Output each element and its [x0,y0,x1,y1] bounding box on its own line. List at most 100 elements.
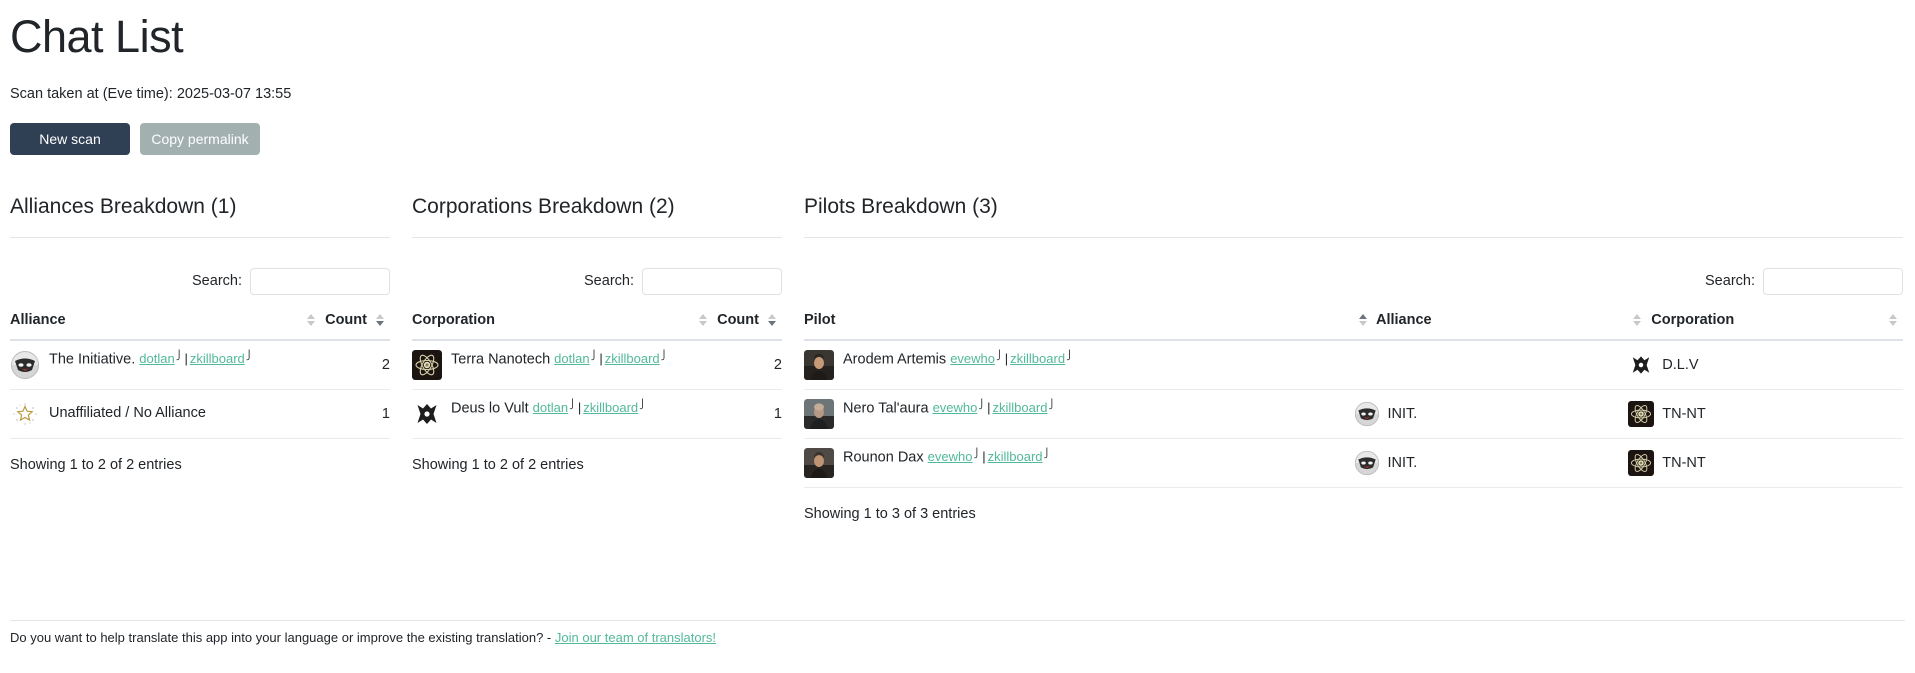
corporations-search-input[interactable] [642,267,782,295]
corporation-name: Terra Nanotech [451,350,551,367]
footer-translation-notice: Do you want to help translate this app i… [10,630,716,645]
dotlan-link[interactable]: dotlan [533,400,568,415]
pilot-links: evewho⎭ | zkillboard⎭ [927,447,1051,464]
alliances-col-alliance-label: Alliance [10,311,66,328]
pilots-search-label: Search: [1705,273,1755,289]
pilots-divider [804,236,1903,238]
sort-icon [1889,313,1898,326]
corporations-col-corporation-label: Corporation [412,311,495,328]
alliances-showing-entries: Showing 1 to 2 of 2 entries [10,456,182,473]
alliances-search-input[interactable] [250,267,390,295]
pilots-col-pilot[interactable]: Pilot [804,311,1354,341]
alliance-links: dotlan⎭ | zkillboard⎭ [139,349,253,366]
footer-divider [10,620,1905,621]
sort-icon [699,313,708,326]
pilots-table: Pilot Alliance Corporation Arodem Artemi… [804,311,1903,488]
chat-list-page: Chat List Scan taken at (Eve time): 2025… [0,12,1915,673]
alliances-table: Alliance Count The Initiative. dotlan⎭ |… [10,311,390,439]
dotlan-link[interactable]: dotlan [139,351,174,366]
pilots-col-alliance[interactable]: Alliance [1353,311,1629,341]
pilots-search-row: Search: [804,267,1903,295]
pilots-showing-entries: Showing 1 to 3 of 3 entries [804,505,976,522]
pilot-links: evewho⎭ | zkillboard⎭ [932,398,1056,415]
corporations-table: Corporation Count Terra Nanotech dotlan⎭… [412,311,782,439]
zkillboard-link[interactable]: zkillboard [605,351,660,366]
corp-logo-deus-lo-vult-icon [412,398,442,429]
pilot-portrait-rounon-dax-icon [804,447,834,478]
alliance-logo-initiative-icon [1354,450,1380,476]
pilot-corporation-ticker: TN-NT [1662,454,1706,471]
evewho-link[interactable]: evewho [933,400,978,415]
evewho-link[interactable]: evewho [928,449,973,464]
pilot-name: Arodem Artemis [843,350,947,367]
pilots-search-input[interactable] [1763,267,1903,295]
alliance-count: 2 [288,339,390,390]
alliances-search-row: Search: [10,267,390,295]
external-link-icon: ⎭ [660,349,668,360]
table-row: Terra Nanotech dotlan⎭ | zkillboard⎭ 2 [412,339,782,390]
alliances-col-alliance[interactable]: Alliance [10,311,289,341]
alliance-logo-initiative-icon [10,350,40,380]
pilots-col-pilot-label: Pilot [804,311,836,328]
corporations-search-row: Search: [412,267,782,295]
external-link-icon: ⎭ [569,398,576,409]
alliance-cell: Unaffiliated / No Alliance [10,389,289,439]
pilot-portrait-arodem-artemis-icon [804,349,834,380]
pilot-alliance-cell: INIT. [1353,389,1629,439]
corporation-cell: Terra Nanotech dotlan⎭ | zkillboard⎭ [412,339,688,390]
pilot-corporation-cell: D.L.V [1628,339,1903,390]
table-row: Deus lo Vult dotlan⎭ | zkillboard⎭ 1 [412,389,782,439]
pilot-corporation-ticker: D.L.V [1662,356,1699,373]
corp-logo-terra-nanotech-icon [1628,449,1655,476]
zkillboard-link[interactable]: zkillboard [190,351,245,366]
zkillboard-link[interactable]: zkillboard [1010,351,1065,366]
corporations-col-corporation[interactable]: Corporation [412,311,688,341]
table-row: Rounon Dax evewho⎭ | zkillboard⎭ INIT. T… [804,438,1903,488]
external-link-icon: ⎭ [245,349,253,360]
table-row: Nero Tal'aura evewho⎭ | zkillboard⎭ INIT… [804,389,1903,439]
pilot-alliance-cell: INIT. [1353,438,1629,488]
corp-logo-terra-nanotech-icon [412,349,442,380]
corporations-search-label: Search: [584,273,634,289]
pilots-table-header-row: Pilot Alliance Corporation [804,311,1903,341]
alliances-divider [10,236,390,238]
copy-permalink-button[interactable]: Copy permalink [140,122,260,155]
table-row: Unaffiliated / No Alliance 1 [10,389,390,439]
alliance-name: Unaffiliated / No Alliance [49,404,206,421]
zkillboard-link[interactable]: zkillboard [583,400,638,415]
corporations-col-count[interactable]: Count [687,311,782,341]
corporations-col-count-label: Count [717,311,759,328]
corporation-count: 2 [687,339,782,390]
pilot-cell: Nero Tal'aura evewho⎭ | zkillboard⎭ [804,389,1354,439]
breakdown-columns: Alliances Breakdown (1) Search: Alliance… [10,195,1905,522]
sort-icon [1633,313,1642,326]
pilot-portrait-nero-talaura-icon [804,398,834,429]
pilots-col-corporation[interactable]: Corporation [1628,311,1903,341]
corporations-showing-entries: Showing 1 to 2 of 2 entries [412,456,584,473]
pilot-corporation-cell: TN-NT [1628,438,1903,488]
external-link-icon: ⎭ [1048,398,1056,409]
alliances-col-count-label: Count [325,311,367,328]
new-scan-button[interactable]: New scan [10,122,130,155]
pilot-alliance-cell [1353,339,1629,390]
alliances-col-count[interactable]: Count [288,311,390,341]
zkillboard-link[interactable]: zkillboard [988,449,1043,464]
scan-timestamp: Scan taken at (Eve time): 2025-03-07 13:… [10,85,292,102]
pilot-cell: Rounon Dax evewho⎭ | zkillboard⎭ [804,438,1354,488]
pilot-links: evewho⎭ | zkillboard⎭ [950,349,1073,366]
pilot-name: Rounon Dax [843,448,924,465]
pilot-corporation-ticker: TN-NT [1662,405,1706,422]
alliance-name: The Initiative. [49,350,136,367]
pilot-corporation-cell: TN-NT [1628,389,1903,439]
sort-icon-active [768,313,777,326]
translators-link[interactable]: Join our team of translators! [555,630,716,645]
alliances-table-header-row: Alliance Count [10,311,390,341]
dotlan-link[interactable]: dotlan [554,351,589,366]
corporation-links: dotlan⎭ | zkillboard⎭ [554,349,668,366]
alliances-breakdown-section: Alliances Breakdown (1) Search: Alliance… [10,195,412,522]
zkillboard-link[interactable]: zkillboard [993,400,1048,415]
pilots-col-alliance-label: Alliance [1376,311,1432,328]
star-burst-icon [10,399,40,429]
sort-icon-active [1358,313,1368,326]
evewho-link[interactable]: evewho [950,351,995,366]
